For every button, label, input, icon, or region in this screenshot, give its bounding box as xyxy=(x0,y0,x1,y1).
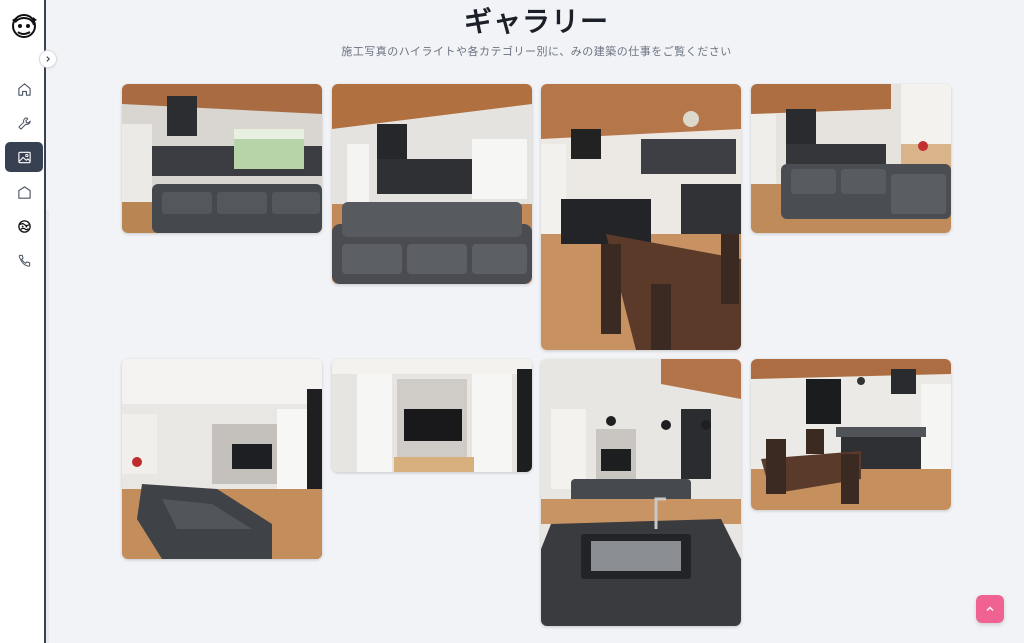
sidebar-item-home[interactable] xyxy=(5,74,43,104)
gallery-photo[interactable] xyxy=(122,84,322,233)
page-subtitle: 施工写真のハイライトや各カテゴリー別に、みの建築の仕事をご覧ください xyxy=(341,45,732,58)
gallery-icon xyxy=(17,151,31,163)
logo-icon[interactable] xyxy=(9,12,39,40)
photo-kitchen-island-dining-table xyxy=(541,84,741,350)
home-icon xyxy=(17,82,31,96)
chevron-up-icon xyxy=(986,606,994,611)
gallery-photo[interactable] xyxy=(332,359,532,472)
photo-living-room-sofa-kitchen xyxy=(122,84,322,233)
photo-kitchen-dining-set xyxy=(751,359,951,510)
sidebar xyxy=(0,0,46,643)
sidebar-item-about[interactable] xyxy=(5,211,43,241)
sidebar-item-contact[interactable] xyxy=(5,245,43,275)
house-icon xyxy=(17,185,31,199)
gallery-photo[interactable] xyxy=(541,84,741,350)
sidebar-item-works[interactable] xyxy=(5,177,43,207)
wrench-icon xyxy=(17,116,31,130)
sidebar-divider xyxy=(46,210,49,643)
gallery-photo[interactable] xyxy=(541,359,741,626)
photo-kitchen-sink-living-view xyxy=(541,359,741,626)
gallery-photo[interactable] xyxy=(122,359,322,559)
chevron-right-icon xyxy=(46,56,50,62)
photo-living-room-tv-sofa xyxy=(122,359,322,559)
page-title: ギャラリー xyxy=(463,5,609,38)
photo-living-room-corner-sofa xyxy=(751,84,951,233)
sidebar-collapse-button[interactable] xyxy=(39,50,57,68)
photo-tv-wall-closet xyxy=(332,359,532,472)
gallery-photo[interactable] xyxy=(751,359,951,510)
photo-living-room-sofa-wide xyxy=(332,84,532,284)
sidebar-item-gallery[interactable] xyxy=(5,142,43,172)
sidebar-item-services[interactable] xyxy=(5,108,43,138)
gallery-photo[interactable] xyxy=(751,84,951,233)
globe-icon xyxy=(17,219,31,233)
gallery-photo[interactable] xyxy=(332,84,532,284)
scroll-to-top-button[interactable] xyxy=(976,595,1004,623)
phone-icon xyxy=(18,254,30,267)
